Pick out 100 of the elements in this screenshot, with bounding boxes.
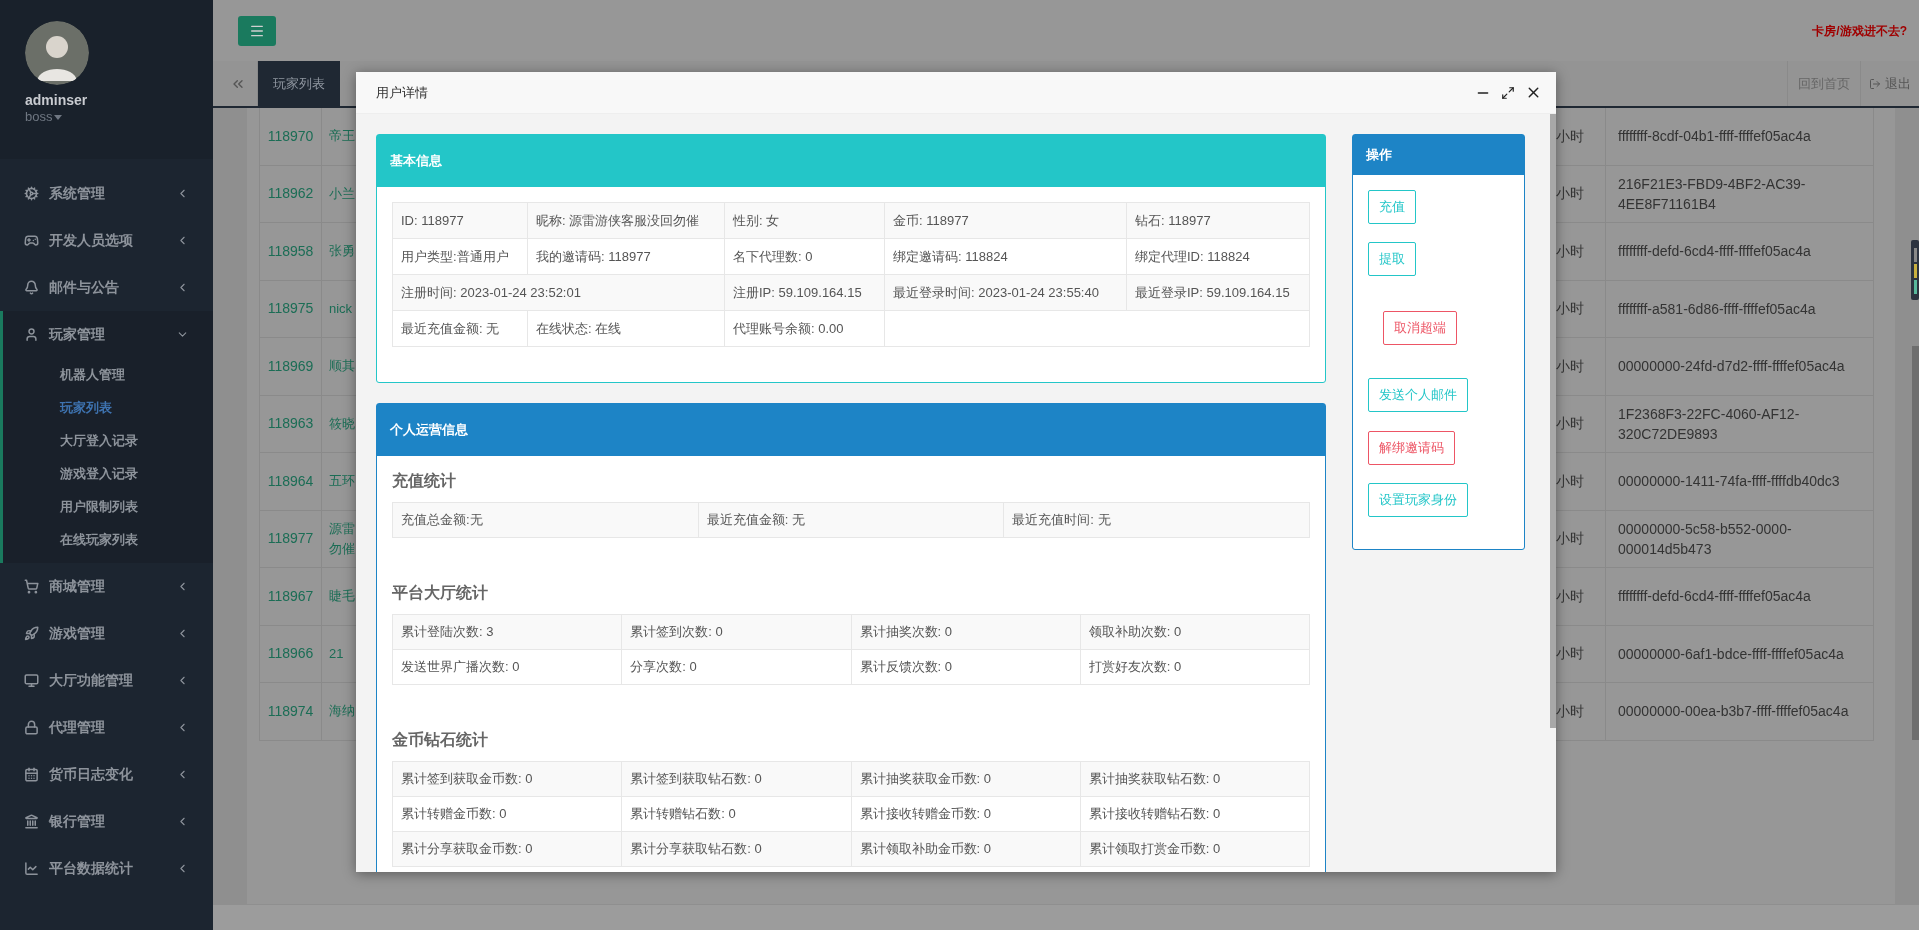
gamepad-icon <box>24 233 39 248</box>
info-cell: 最近登录时间: 2023-01-24 23:55:40 <box>884 274 1127 311</box>
stat-cell: 累计转赠金币数: 0 <box>392 796 622 832</box>
stat-cell: 累计抽奖获取钻石数: 0 <box>1080 761 1310 797</box>
stat-cell: 累计领取补助金币数: 0 <box>851 831 1081 867</box>
table-cell: 1F2368F3-22FC-4060-AF12-320C72DE9893 <box>1606 395 1874 453</box>
table-cell: 00000000-00ea-b3b7-ffff-ffffef05ac4a <box>1606 683 1874 741</box>
stat-cell: 累计领取打赏金币数: 0 <box>1080 831 1310 867</box>
submenu-item[interactable]: 大厅登入记录 <box>3 424 213 457</box>
panel-title: 个人运营信息 <box>390 421 468 440</box>
user-name: adminser <box>25 91 89 109</box>
table-cell: 00000000-1411-74fa-ffff-ffffdb40dc3 <box>1606 453 1874 511</box>
info-cell: 在线状态: 在线 <box>527 310 725 347</box>
chart-icon <box>24 861 39 876</box>
table-cell: 118966 <box>259 625 322 683</box>
page-tab[interactable]: 玩家列表 <box>258 61 340 106</box>
bell-icon <box>24 280 39 295</box>
stat-cell: 累计抽奖获取金币数: 0 <box>851 761 1081 797</box>
stat-cell: 累计签到次数: 0 <box>621 614 851 650</box>
info-cell: 名下代理数: 0 <box>724 238 885 275</box>
section-heading: 充值统计 <box>392 471 457 491</box>
info-cell: 最近登录IP: 59.109.164.15 <box>1126 274 1310 311</box>
table-cell: 118969 <box>259 338 322 396</box>
stat-cell: 累计分享获取金币数: 0 <box>392 831 622 867</box>
table-cell: ffffffff-defd-6cd4-ffff-ffffef05ac4a <box>1606 223 1874 281</box>
menu-item[interactable]: 平台数据统计 <box>0 845 213 892</box>
menu-item[interactable]: 货币日志变化 <box>0 751 213 798</box>
stat-cell: 最近充值时间: 无 <box>1003 502 1310 538</box>
submenu-item[interactable]: 在线玩家列表 <box>3 523 213 556</box>
table-cell: 118958 <box>259 223 322 281</box>
info-cell: 注册IP: 59.109.164.15 <box>724 274 885 311</box>
help-link[interactable]: 卡房/游戏进不去? <box>1812 21 1907 40</box>
menu-item[interactable]: 银行管理 <box>0 798 213 845</box>
stat-cell: 分享次数: 0 <box>621 649 851 685</box>
table-cell: 118970 <box>259 108 322 166</box>
table-cell: 118967 <box>259 568 322 626</box>
stat-cell: 累计转赠钻石数: 0 <box>621 796 851 832</box>
info-cell: 金币: 118977 <box>884 202 1127 239</box>
stat-cell: 累计抽奖次数: 0 <box>851 614 1081 650</box>
logout-button[interactable]: 退出 <box>1860 61 1919 106</box>
menu-item[interactable]: 大厅功能管理 <box>0 657 213 704</box>
action-button[interactable]: 取消超端 <box>1383 311 1457 345</box>
info-cell: 我的邀请码: 118977 <box>527 238 725 275</box>
panel-title: 基本信息 <box>390 152 442 171</box>
action-button[interactable]: 解绑邀请码 <box>1368 431 1455 465</box>
info-cell: 用户类型:普通用户 <box>392 238 528 275</box>
menu-item[interactable]: 开发人员选项 <box>0 217 213 264</box>
logout-icon <box>1869 77 1881 90</box>
caret-icon <box>54 114 63 120</box>
gears-icon <box>24 186 39 201</box>
stat-cell: 领取补助次数: 0 <box>1080 614 1310 650</box>
maximize-icon[interactable] <box>1501 85 1515 100</box>
submenu-item[interactable]: 用户限制列表 <box>3 490 213 523</box>
info-cell: ID: 118977 <box>392 202 528 239</box>
menu-button[interactable] <box>238 15 276 46</box>
stat-cell: 累计分享获取钻石数: 0 <box>621 831 851 867</box>
table-cell: 118964 <box>259 453 322 511</box>
submenu-item[interactable]: 机器人管理 <box>3 358 213 391</box>
menu-item[interactable]: 商城管理 <box>0 563 213 610</box>
submenu-item[interactable]: 玩家列表 <box>3 391 213 424</box>
menu-item[interactable]: 代理管理 <box>0 704 213 751</box>
monitor-icon <box>24 673 39 688</box>
panel-title: 操作 <box>1366 146 1392 165</box>
info-cell: 代理账号余额: 0.00 <box>724 310 885 347</box>
info-cell: 绑定代理ID: 118824 <box>1126 238 1310 275</box>
table-cell: 118962 <box>259 165 322 223</box>
cart-icon <box>24 579 39 594</box>
table-cell: 00000000-5c58-b552-0000-000014d5b473 <box>1606 510 1874 568</box>
stat-cell: 充值总金额:无 <box>392 502 699 538</box>
stat-cell: 累计登陆次数: 3 <box>392 614 622 650</box>
table-cell: ffffffff-a581-6d86-ffff-ffffef05ac4a <box>1606 280 1874 338</box>
stat-cell: 累计签到获取金币数: 0 <box>392 761 622 797</box>
menu-item[interactable]: 玩家管理 <box>3 311 213 358</box>
menu-item[interactable]: 游戏管理 <box>0 610 213 657</box>
section-heading: 平台大厅统计 <box>392 583 489 603</box>
menu-item[interactable]: 系统管理 <box>0 170 213 217</box>
table-cell: 00000000-24fd-d7d2-ffff-ffffef05ac4a <box>1606 338 1874 396</box>
calendar-icon <box>24 767 39 782</box>
stat-cell: 最近充值金额: 无 <box>698 502 1004 538</box>
stat-cell: 打赏好友次数: 0 <box>1080 649 1310 685</box>
table-cell: 216F21E3-FBD9-4BF2-AC39-4EE8F71161B4 <box>1606 165 1874 223</box>
info-cell: 钻石: 118977 <box>1126 202 1310 239</box>
user-icon <box>24 327 39 342</box>
stat-cell: 累计反馈次数: 0 <box>851 649 1081 685</box>
info-cell: 昵称: 源雷游侠客服没回勿催 <box>527 202 725 239</box>
bank-icon <box>24 814 39 829</box>
table-cell: ffffffff-8cdf-04b1-ffff-ffffef05ac4a <box>1606 108 1874 166</box>
info-cell: 注册时间: 2023-01-24 23:52:01 <box>392 274 725 311</box>
table-cell: 118975 <box>259 280 322 338</box>
lock-icon <box>24 720 39 735</box>
section-heading: 金币钻石统计 <box>392 730 489 750</box>
stat-cell: 累计接收转赠钻石数: 0 <box>1080 796 1310 832</box>
info-cell: 性别: 女 <box>724 202 885 239</box>
role-dropdown[interactable]: boss <box>25 109 63 125</box>
stat-cell: 累计签到获取钻石数: 0 <box>621 761 851 797</box>
dialog-title: 用户详情 <box>376 83 429 102</box>
submenu-item[interactable]: 游戏登入记录 <box>3 457 213 490</box>
info-cell: 绑定邀请码: 118824 <box>884 238 1127 275</box>
menu-item[interactable]: 邮件与公告 <box>0 264 213 311</box>
rocket-icon <box>24 626 39 641</box>
